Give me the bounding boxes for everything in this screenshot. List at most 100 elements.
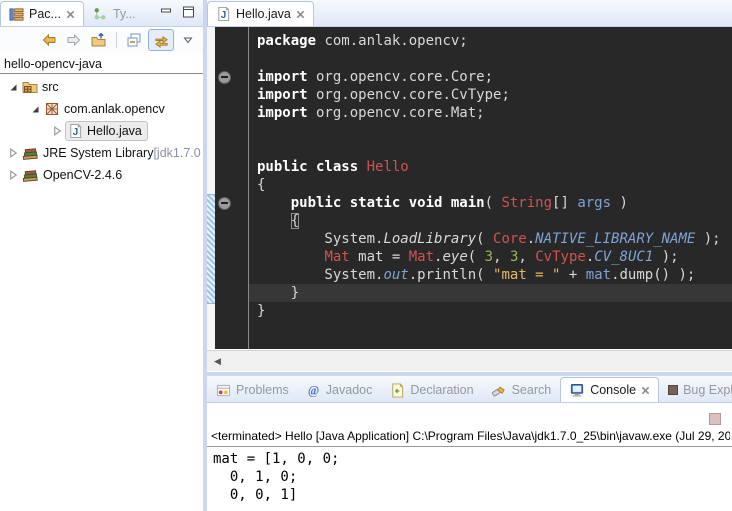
view-window-buttons	[160, 6, 195, 18]
java-editor[interactable]: package com.anlak.opencv;import org.open…	[207, 27, 732, 349]
tab-label: Pac...	[29, 7, 61, 21]
tab-declaration[interactable]: Declaration	[381, 377, 482, 402]
tab-search[interactable]: Search	[483, 377, 561, 402]
collapse-all	[126, 32, 142, 48]
code-text[interactable]: package com.anlak.opencv;import org.open…	[249, 27, 732, 349]
svg-text:@: @	[308, 383, 319, 397]
console-output-text[interactable]: mat = [1, 0, 0; 0, 1, 0; 0, 0, 1]	[213, 450, 732, 511]
console-process-status: <terminated> Hello [Java Application] C:…	[211, 429, 730, 443]
java-file-icon: J	[216, 6, 231, 22]
tab-problems[interactable]: Problems	[207, 377, 298, 402]
tree-item-label: Hello.java	[87, 124, 142, 138]
tree-item-hello-java[interactable]: J Hello.java	[0, 120, 203, 142]
up	[91, 32, 107, 48]
code-line-2	[249, 50, 732, 68]
console-view: Problems @ Javadoc Declaration Search Console…	[207, 376, 732, 511]
tab-hello-java[interactable]: J Hello.java	[207, 1, 314, 26]
editor-area: J Hello.java package com.anlak.opencv;imp…	[207, 0, 732, 372]
header-separator	[0, 73, 203, 74]
back	[41, 32, 57, 48]
code-line-11: {	[249, 212, 732, 230]
code-line-8: public class Hello	[249, 158, 732, 176]
tree-item-label: OpenCV-2.4.6	[43, 168, 122, 182]
toolbar-separator	[116, 32, 117, 48]
code-line-5: import org.opencv.core.Mat;	[249, 104, 732, 122]
tab-javadoc[interactable]: @ Javadoc	[298, 377, 382, 402]
tree-item-label: src	[42, 80, 59, 94]
tree-expanded-icon[interactable]	[30, 105, 41, 114]
folding-gutter[interactable]	[215, 27, 249, 349]
tree-collapsed-icon[interactable]	[8, 170, 19, 180]
tab-bug-explorer[interactable]: Bug Explorer	[659, 377, 732, 402]
collapse-all-button[interactable]	[123, 29, 145, 51]
tab-pac[interactable]: Pac...	[0, 1, 84, 26]
tab-label: Hello.java	[236, 7, 291, 21]
code-line-7	[249, 140, 732, 158]
svg-text:J: J	[221, 10, 226, 21]
tree-item-label: com.anlak.opencv	[64, 102, 165, 116]
library-icon	[22, 168, 39, 183]
code-line-14: System.out.println( "mat = " + mat.dump(…	[249, 266, 732, 284]
package-folder-icon	[22, 79, 38, 95]
tree-collapsed-icon[interactable]	[52, 126, 63, 136]
code-line-15: }	[249, 284, 732, 302]
tree-item-label: JRE System Library	[43, 146, 153, 160]
code-line-6	[249, 122, 732, 140]
editor-horizontal-scrollbar[interactable]: ◀	[207, 350, 732, 371]
maximize-icon[interactable]	[182, 6, 195, 18]
tab-label: Console	[590, 383, 636, 397]
link-with-editor	[153, 33, 170, 48]
selected-item-highlight: J Hello.java	[65, 121, 148, 141]
tab-label: Javadoc	[326, 383, 373, 397]
link-with-editor-button[interactable]	[148, 29, 174, 51]
minimize-icon[interactable]	[160, 6, 173, 18]
package-explorer-icon	[9, 7, 24, 22]
declaration-icon	[390, 383, 405, 398]
code-line-4: import org.opencv.core.CvType;	[249, 86, 732, 104]
type-hierarchy-icon	[93, 7, 108, 22]
tree-item-jre-system-library[interactable]: JRE System Library [jdk1.7.0	[0, 142, 203, 164]
fold-collapse-icon[interactable]	[218, 71, 231, 84]
javadoc-icon: @	[307, 383, 321, 397]
tree-item-src[interactable]: src	[0, 76, 203, 98]
console-icon	[569, 383, 585, 398]
bottom-panel-tab-bar: Problems @ Javadoc Declaration Search Console…	[207, 376, 732, 403]
tree-expanded-icon[interactable]	[8, 83, 19, 92]
problems-icon	[216, 383, 231, 398]
svg-text:J: J	[73, 127, 78, 138]
back-button[interactable]	[38, 29, 60, 51]
tree-collapsed-icon[interactable]	[8, 148, 19, 158]
scroll-left-arrow-icon[interactable]: ◀	[207, 356, 221, 367]
method-range-indicator	[207, 194, 215, 304]
view-menu-button[interactable]	[177, 29, 199, 51]
code-line-12: System.LoadLibrary( Core.NATIVE_LIBRARY_…	[249, 230, 732, 248]
tab-label: Search	[512, 383, 552, 397]
bug-icon	[668, 385, 678, 395]
tab-label: Bug Explorer	[683, 383, 732, 397]
console-toolbar-icon[interactable]	[709, 413, 721, 425]
close-icon[interactable]	[296, 10, 305, 19]
console-separator	[207, 446, 732, 447]
tab-label: Declaration	[410, 383, 473, 397]
close-icon[interactable]	[641, 386, 650, 395]
search-icon	[492, 383, 507, 398]
up-button[interactable]	[88, 29, 110, 51]
view-menu	[183, 36, 193, 44]
close-icon[interactable]	[66, 10, 75, 19]
tab-console[interactable]: Console	[560, 377, 659, 402]
tree-item-opencv-2-4-6[interactable]: OpenCV-2.4.6	[0, 164, 203, 186]
project-tree: src com.anlak.opencv J Hello.java JRE System…	[0, 76, 203, 186]
java-file-icon: J	[68, 123, 83, 139]
package-explorer-view: Pac...Ty... hello-opencv-java srccom.anl…	[0, 0, 203, 511]
package-explorer-toolbar	[0, 27, 203, 53]
annotation-ruler[interactable]	[207, 27, 215, 349]
tab-ty[interactable]: Ty...	[84, 1, 145, 26]
fold-collapse-icon[interactable]	[218, 197, 231, 210]
tree-item-com-anlak-opencv[interactable]: com.anlak.opencv	[0, 98, 203, 120]
code-line-16: }	[249, 302, 732, 320]
editor-tab-bar: J Hello.java	[207, 0, 732, 27]
forward-button[interactable]	[63, 29, 85, 51]
code-line-10: public static void main( String[] args )	[249, 194, 732, 212]
tree-item-decoration: [jdk1.7.0	[153, 146, 200, 160]
code-line-9: {	[249, 176, 732, 194]
